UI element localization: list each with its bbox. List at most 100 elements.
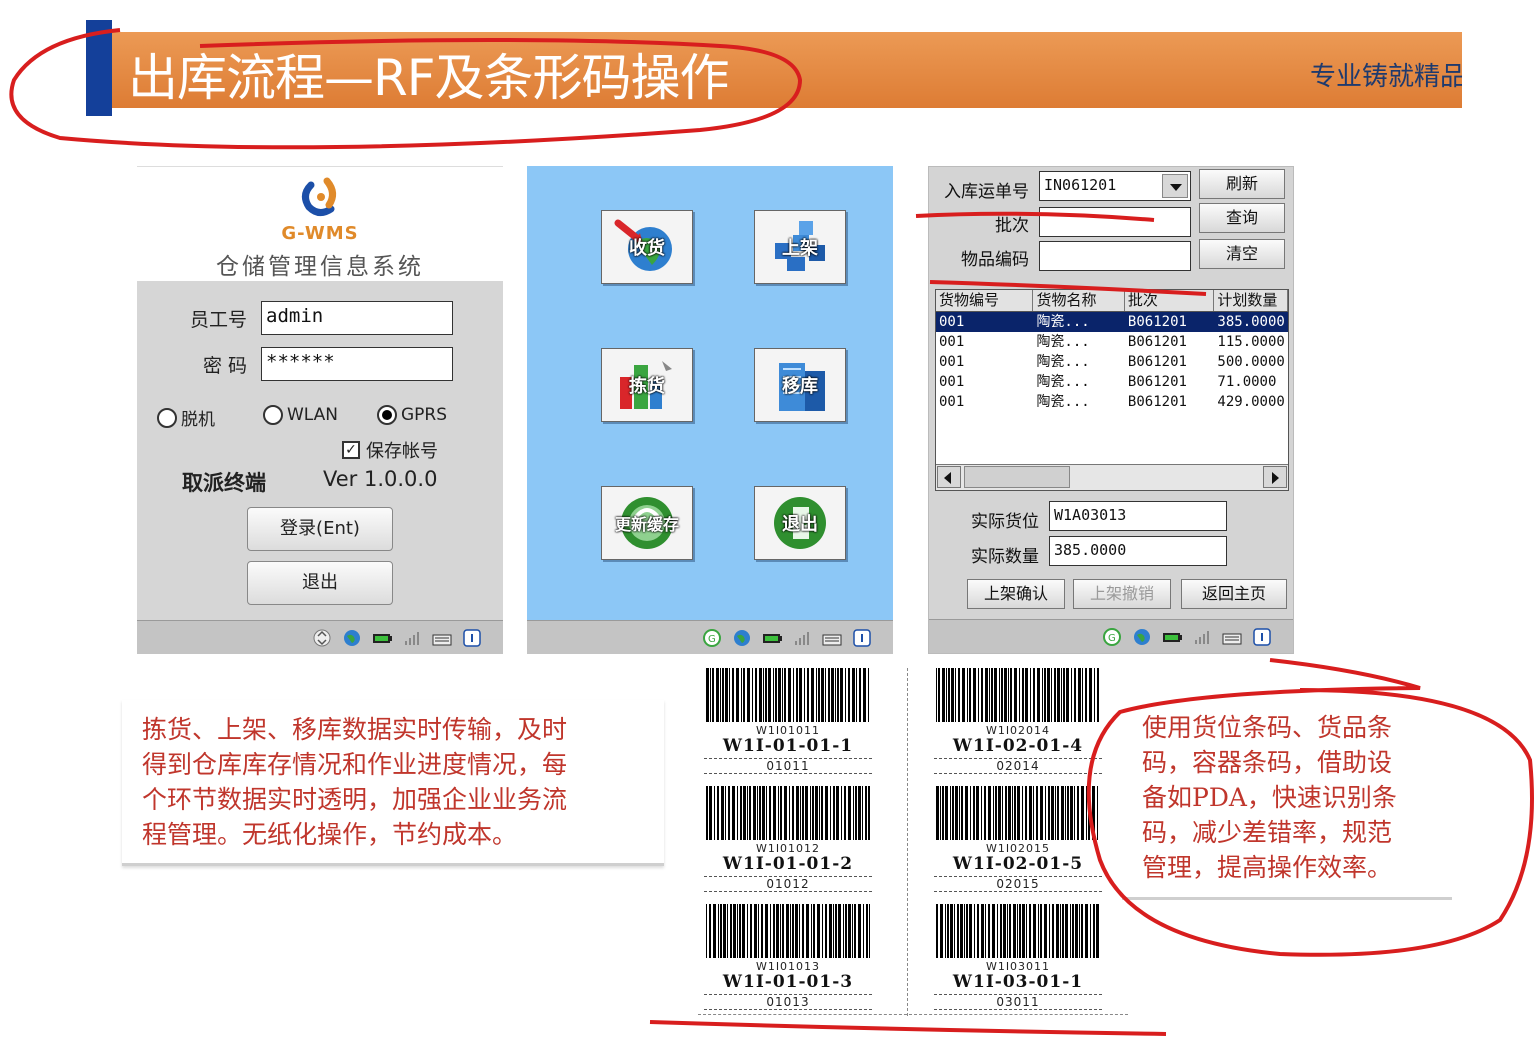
clear-button[interactable]: 清空 bbox=[1199, 239, 1285, 269]
barcode-bar bbox=[981, 786, 982, 840]
refresh-button[interactable]: 刷新 bbox=[1199, 169, 1285, 199]
barcode-bar bbox=[845, 904, 847, 958]
barcode-bar bbox=[1040, 786, 1043, 840]
signal-icon[interactable] bbox=[791, 627, 813, 649]
signal-icon[interactable] bbox=[401, 627, 423, 649]
item-code-input[interactable] bbox=[1039, 241, 1191, 271]
cell: 001 bbox=[939, 314, 965, 330]
barcode-bar bbox=[1086, 786, 1087, 840]
cell: 001 bbox=[939, 354, 965, 370]
barcode-bar bbox=[717, 786, 719, 840]
actual-location-input[interactable]: W1A03013 bbox=[1049, 501, 1227, 531]
return-home-button[interactable]: 返回主页 bbox=[1181, 579, 1287, 609]
g-status-icon[interactable]: G bbox=[1101, 626, 1123, 648]
barcode-bar bbox=[739, 904, 741, 958]
menu-tile-transfer[interactable]: 移库 bbox=[754, 348, 846, 422]
table-row[interactable]: 001 陶瓷... B061201 429.0000 bbox=[936, 392, 1288, 412]
table-row[interactable]: 001 陶瓷... B061201 71.0000 bbox=[936, 372, 1288, 392]
chevron-down-icon[interactable] bbox=[1162, 174, 1188, 198]
slide-title: 出库流程—RF及条形码操作 bbox=[128, 49, 730, 107]
globe-icon[interactable] bbox=[1131, 626, 1153, 648]
menu-tile-picking[interactable]: 拣货 bbox=[601, 348, 693, 422]
actual-quantity-input[interactable]: 385.0000 bbox=[1049, 536, 1227, 566]
barcode-bar bbox=[822, 904, 823, 958]
battery-icon[interactable] bbox=[761, 627, 783, 649]
globe-icon[interactable] bbox=[731, 627, 753, 649]
chevron-right-icon[interactable] bbox=[1263, 466, 1287, 488]
barcode-bar bbox=[964, 904, 965, 958]
column-header[interactable]: 货物编号 bbox=[936, 290, 1034, 311]
info-icon[interactable] bbox=[1251, 626, 1273, 648]
table-row[interactable]: 001 陶瓷... B061201 385.0000 bbox=[936, 312, 1288, 332]
barcode-bar bbox=[1026, 904, 1027, 958]
barcode-bar bbox=[985, 668, 988, 722]
column-header[interactable]: 计划数量 bbox=[1214, 290, 1288, 311]
radio-wlan[interactable]: WLAN bbox=[263, 405, 338, 425]
main-menu-screen: 收货 上架 拣货 移库 更新缓存 退出 G bbox=[527, 166, 893, 654]
title-accent-bar bbox=[86, 20, 112, 116]
barcode-bar bbox=[994, 668, 997, 722]
table-row[interactable]: 001 陶瓷... B061201 500.0000 bbox=[936, 352, 1288, 372]
employee-label: 员工号 bbox=[189, 309, 247, 331]
barcode-bar bbox=[1055, 786, 1056, 840]
barcode-bar bbox=[947, 904, 949, 958]
chevron-left-icon[interactable] bbox=[937, 466, 961, 488]
batch-input[interactable] bbox=[1039, 207, 1191, 237]
barcode-bar bbox=[778, 668, 781, 722]
info-icon[interactable] bbox=[851, 627, 873, 649]
barcode-label: W1I01011 W1I-01-01-1 01011 bbox=[698, 668, 878, 780]
barcode-bar bbox=[1014, 668, 1017, 722]
barcode-bar bbox=[725, 786, 726, 840]
barcode-bar bbox=[780, 786, 782, 840]
battery-icon[interactable] bbox=[371, 627, 393, 649]
barcode-bar bbox=[981, 668, 983, 722]
globe-icon[interactable] bbox=[341, 627, 363, 649]
menu-tile-putaway[interactable]: 上架 bbox=[754, 210, 846, 284]
keyboard-icon[interactable] bbox=[431, 627, 453, 649]
query-button[interactable]: 查询 bbox=[1199, 203, 1285, 233]
login-button[interactable]: 登录(Ent) bbox=[247, 507, 393, 551]
barcode-bar bbox=[1082, 668, 1083, 722]
order-number-select[interactable]: IN061201 bbox=[1039, 171, 1191, 201]
save-account-checkbox[interactable]: ✓ 保存帐号 bbox=[342, 437, 438, 463]
sync-icon[interactable] bbox=[311, 627, 333, 649]
menu-tile-update-cache[interactable]: 更新缓存 bbox=[601, 486, 693, 560]
barcode-bar bbox=[830, 786, 831, 840]
barcode-bar bbox=[836, 786, 839, 840]
barcode-location-code: W1I-01-01-3 bbox=[722, 972, 854, 992]
signal-icon[interactable] bbox=[1191, 626, 1213, 648]
barcode-bar bbox=[1012, 786, 1013, 840]
table-row[interactable]: 001 陶瓷... B061201 115.0000 bbox=[936, 332, 1288, 352]
info-icon[interactable] bbox=[461, 627, 483, 649]
menu-tile-exit[interactable]: 退出 bbox=[754, 486, 846, 560]
barcode-bar bbox=[825, 668, 826, 722]
barcode-sub-code: 01011 bbox=[704, 758, 872, 774]
menu-tile-update-cache-label: 更新缓存 bbox=[614, 515, 679, 534]
barcode-bar bbox=[1025, 668, 1028, 722]
keyboard-icon[interactable] bbox=[821, 627, 843, 649]
barcode-bar bbox=[962, 668, 965, 722]
barcode-bar bbox=[948, 668, 950, 722]
menu-tile-receive[interactable]: 收货 bbox=[601, 210, 693, 284]
cell: 385.0000 bbox=[1217, 314, 1285, 330]
radio-gprs[interactable]: GPRS bbox=[377, 405, 447, 425]
employee-input[interactable]: admin bbox=[261, 301, 453, 335]
horizontal-scrollbar[interactable] bbox=[936, 464, 1288, 490]
exit-button[interactable]: 退出 bbox=[247, 561, 393, 605]
g-status-icon[interactable]: G bbox=[701, 627, 723, 649]
cancel-putaway-button[interactable]: 上架撤销 bbox=[1073, 579, 1171, 609]
barcode-bar bbox=[776, 904, 779, 958]
barcode-bar bbox=[727, 904, 728, 958]
keyboard-icon[interactable] bbox=[1221, 626, 1243, 648]
goods-table[interactable]: 货物编号 货物名称 批次 计划数量 001 陶瓷... B061201 385.… bbox=[935, 289, 1289, 491]
barcode-bar bbox=[1062, 904, 1064, 958]
barcode-bar bbox=[786, 904, 789, 958]
column-header[interactable]: 货物名称 bbox=[1033, 290, 1125, 311]
battery-icon[interactable] bbox=[1161, 626, 1183, 648]
barcode-bar bbox=[1097, 668, 1099, 722]
scrollbar-thumb[interactable] bbox=[964, 466, 1070, 488]
radio-offline[interactable]: 脱机 bbox=[157, 405, 215, 430]
password-input[interactable]: ****** bbox=[261, 347, 453, 381]
column-header[interactable]: 批次 bbox=[1125, 290, 1215, 311]
confirm-putaway-button[interactable]: 上架确认 bbox=[967, 579, 1065, 609]
